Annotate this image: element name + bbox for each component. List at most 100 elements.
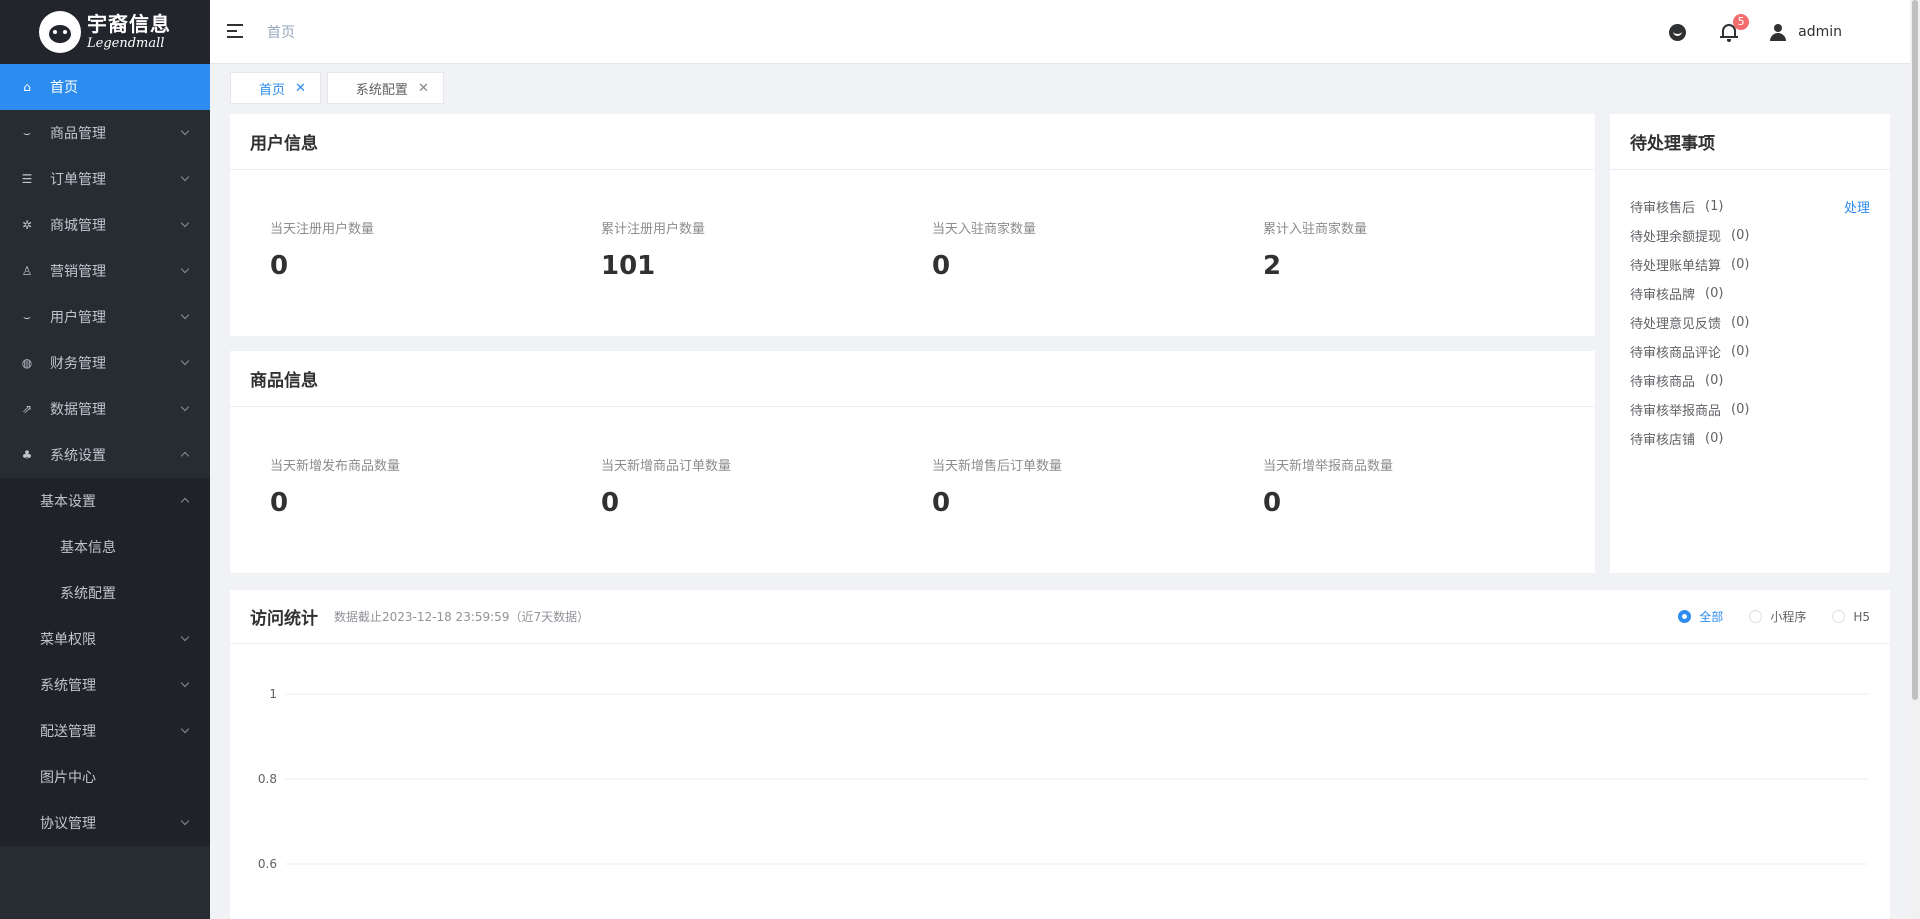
username[interactable]: admin xyxy=(1798,24,1842,40)
notification-badge: 5 xyxy=(1733,14,1750,30)
chevron-down-icon xyxy=(180,632,190,642)
tab-bar: 首页 ✕ 系统配置 ✕ xyxy=(230,72,450,104)
todo-card: 待处理事项 待审核售后 (1) 处理 待处理余额提现 (0) 待处理账单结算 (… xyxy=(1610,114,1890,573)
close-icon[interactable]: ✕ xyxy=(295,81,306,96)
breadcrumb[interactable]: 首页 xyxy=(267,22,295,42)
card-title: 待处理事项 xyxy=(1630,134,1715,154)
sidebar-item-system-manage[interactable]: 系统管理 xyxy=(0,662,210,708)
stat-item: 当天入驻商家数量 0 xyxy=(932,218,1263,281)
sidebar-item-users[interactable]: ⌣ 用户管理 xyxy=(0,294,210,340)
card-title: 商品信息 xyxy=(250,371,318,391)
sidebar-item-label: 营销管理 xyxy=(50,264,106,280)
sidebar-item-finance[interactable]: ◍ 财务管理 xyxy=(0,340,210,386)
handle-link[interactable]: 处理 xyxy=(1844,197,1870,216)
external-link-icon: ⇗ xyxy=(21,402,33,416)
sidebar-item-protocols[interactable]: 协议管理 xyxy=(0,800,210,846)
sidebar-item-marketing[interactable]: ♙ 营销管理 xyxy=(0,248,210,294)
todo-item: 待审核举报商品 (0) xyxy=(1630,395,1870,424)
sidebar-item-delivery[interactable]: 配送管理 xyxy=(0,708,210,754)
sidebar-item-basic-settings[interactable]: 基本设置 xyxy=(0,478,210,524)
sidebar-item-system-config[interactable]: 系统配置 xyxy=(0,570,210,616)
org-chart-icon: ♣ xyxy=(21,448,33,462)
sidebar-item-data[interactable]: ⇗ 数据管理 xyxy=(0,386,210,432)
close-icon[interactable]: ✕ xyxy=(418,81,429,96)
stat-value: 0 xyxy=(932,251,951,281)
todo-label: 待审核售后 xyxy=(1630,201,1696,216)
card-title: 访问统计 xyxy=(250,609,318,629)
chevron-down-icon xyxy=(180,678,190,688)
sidebar-item-label: 系统管理 xyxy=(40,678,96,694)
data-cutoff-note: 数据截止2023-12-18 23:59:59（近7天数据） xyxy=(334,610,590,624)
todo-count: (0) xyxy=(1731,402,1750,417)
todo-label: 待处理账单结算 xyxy=(1630,259,1722,274)
radio-h5[interactable]: H5 xyxy=(1832,610,1870,624)
sidebar-item-basic-info[interactable]: 基本信息 xyxy=(0,524,210,570)
radio-dot xyxy=(1678,610,1692,623)
logo[interactable]: 宇裔信息 Legendmall xyxy=(0,0,210,64)
theme-icon[interactable] xyxy=(1669,23,1687,41)
goods-stats: 当天新增发布商品数量 0 当天新增商品订单数量 0 当天新增售后订单数量 0 当… xyxy=(230,407,1595,518)
sidebar-item-label: 图片中心 xyxy=(40,770,96,786)
todo-label: 待审核店铺 xyxy=(1630,433,1696,448)
tab-home[interactable]: 首页 ✕ xyxy=(230,72,321,104)
scrollbar-thumb[interactable] xyxy=(1912,0,1918,700)
sidebar-item-label: 协议管理 xyxy=(40,816,96,832)
todo-item: 待审核品牌 (0) xyxy=(1630,279,1870,308)
sidebar-item-image-center[interactable]: 图片中心 xyxy=(0,754,210,800)
chevron-down-icon xyxy=(180,126,190,136)
y-tick-label: 1 xyxy=(269,687,277,701)
sidebar-item-label: 首页 xyxy=(50,80,78,96)
home-icon: ⌂ xyxy=(23,80,31,94)
todo-item: 待处理余额提现 (0) xyxy=(1630,221,1870,250)
tab-system-config[interactable]: 系统配置 ✕ xyxy=(326,72,444,104)
sheep-logo-icon xyxy=(39,11,81,53)
user-icon[interactable] xyxy=(1770,23,1787,41)
sidebar-item-home[interactable]: ⌂ 首页 xyxy=(0,64,210,110)
platform-filter: 全部 小程序 H5 xyxy=(1652,608,1870,625)
notification-bell[interactable]: 5 xyxy=(1720,14,1750,42)
stat-value: 101 xyxy=(601,251,656,281)
todo-count: (0) xyxy=(1731,315,1750,330)
todo-label: 待处理余额提现 xyxy=(1630,230,1722,245)
sidebar-item-system-settings[interactable]: ♣ 系统设置 xyxy=(0,432,210,478)
radio-all[interactable]: 全部 xyxy=(1678,608,1723,625)
radio-label: H5 xyxy=(1853,609,1870,624)
stat-label: 当天入驻商家数量 xyxy=(932,222,1037,237)
gear-icon: ✲ xyxy=(21,218,33,232)
tab-label: 首页 xyxy=(259,82,286,98)
logo-text-cn: 宇裔信息 xyxy=(87,12,171,36)
radio-miniprogram[interactable]: 小程序 xyxy=(1749,608,1806,625)
stat-label: 当天新增举报商品数量 xyxy=(1263,459,1394,474)
menu-fold-icon[interactable] xyxy=(227,24,243,38)
stat-label: 累计注册用户数量 xyxy=(601,222,706,237)
stat-item: 当天新增举报商品数量 0 xyxy=(1263,455,1594,518)
sidebar-item-label: 基本设置 xyxy=(40,494,96,510)
chevron-down-icon xyxy=(180,724,190,734)
finance-icon: ◍ xyxy=(21,356,33,370)
stat-item: 累计注册用户数量 101 xyxy=(601,218,932,281)
stat-item: 累计入驻商家数量 2 xyxy=(1263,218,1594,281)
sidebar: 宇裔信息 Legendmall ⌂ 首页 ⌣ 商品管理 ☰ 订单管理 ✲ 商城管… xyxy=(0,0,210,919)
radio-label: 全部 xyxy=(1699,610,1724,624)
sidebar-item-label: 商品管理 xyxy=(50,126,106,142)
sidebar-item-orders[interactable]: ☰ 订单管理 xyxy=(0,156,210,202)
sidebar-item-label: 财务管理 xyxy=(50,356,106,372)
todo-item: 待处理意见反馈 (0) xyxy=(1630,308,1870,337)
todo-count: (0) xyxy=(1731,228,1750,243)
stat-item: 当天新增商品订单数量 0 xyxy=(601,455,932,518)
sidebar-item-goods[interactable]: ⌣ 商品管理 xyxy=(0,110,210,156)
todo-count: (0) xyxy=(1705,431,1724,446)
todo-label: 待审核举报商品 xyxy=(1630,404,1722,419)
stat-value: 0 xyxy=(932,488,951,518)
sidebar-item-mall[interactable]: ✲ 商城管理 xyxy=(0,202,210,248)
radio-dot xyxy=(1749,610,1763,623)
stat-label: 当天新增商品订单数量 xyxy=(601,459,732,474)
stat-value: 0 xyxy=(1263,488,1282,518)
system-settings-submenu: 基本设置 基本信息 系统配置 菜单权限 系统管理 配送管理 图片中心 协议管理 xyxy=(0,478,210,846)
user-stats: 当天注册用户数量 0 累计注册用户数量 101 当天入驻商家数量 0 累计入驻商… xyxy=(230,170,1595,281)
person-icon: ♙ xyxy=(21,264,33,278)
stat-label: 当天注册用户数量 xyxy=(270,222,375,237)
sidebar-item-menu-permissions[interactable]: 菜单权限 xyxy=(0,616,210,662)
stat-label: 累计入驻商家数量 xyxy=(1263,222,1368,237)
page-scrollbar[interactable] xyxy=(1910,0,1920,919)
